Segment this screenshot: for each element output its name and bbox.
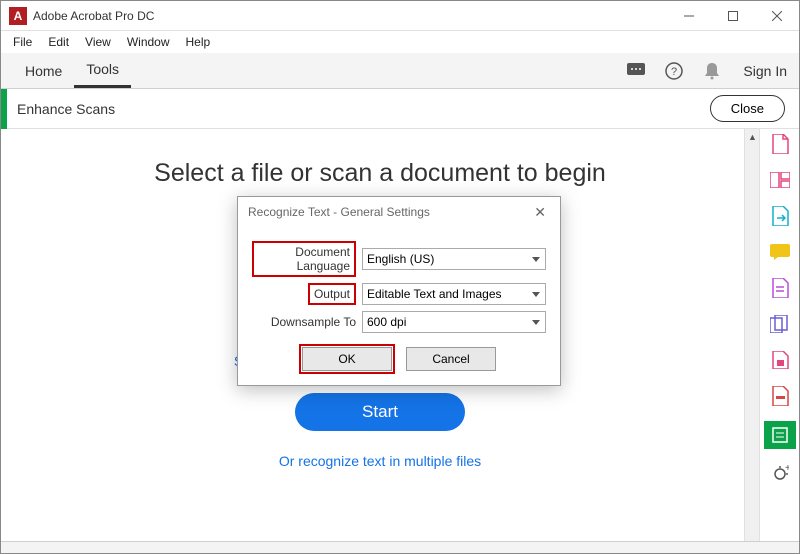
downsample-label: Downsample To: [252, 315, 362, 329]
downsample-value: 600 dpi: [367, 315, 406, 329]
menubar: File Edit View Window Help: [1, 31, 799, 53]
output-value: Editable Text and Images: [367, 287, 502, 301]
menu-window[interactable]: Window: [119, 33, 178, 51]
redact-icon[interactable]: [769, 385, 791, 407]
protect-icon[interactable]: [769, 349, 791, 371]
scroll-up-icon[interactable]: ▲: [745, 129, 760, 145]
close-tool-button[interactable]: Close: [710, 95, 785, 122]
tabbar: Home Tools ? Sign In: [1, 53, 799, 89]
toolbar: Enhance Scans Close: [1, 89, 799, 129]
window-title: Adobe Acrobat Pro DC: [33, 9, 667, 23]
help-icon[interactable]: ?: [663, 60, 685, 82]
minimize-button[interactable]: [667, 1, 711, 31]
menu-view[interactable]: View: [77, 33, 119, 51]
dialog-close-icon[interactable]: ✕: [530, 204, 550, 221]
edit-pdf-icon[interactable]: [769, 277, 791, 299]
tab-home[interactable]: Home: [13, 55, 74, 87]
export-pdf-icon[interactable]: [769, 205, 791, 227]
start-button[interactable]: Start: [295, 393, 465, 431]
chat-icon[interactable]: [625, 60, 647, 82]
maximize-button[interactable]: [711, 1, 755, 31]
bell-icon[interactable]: [701, 60, 723, 82]
document-language-select[interactable]: English (US): [362, 248, 546, 270]
tool-title: Enhance Scans: [17, 101, 710, 117]
more-tools-icon[interactable]: +: [769, 463, 791, 485]
output-select[interactable]: Editable Text and Images: [362, 283, 546, 305]
menu-help[interactable]: Help: [178, 33, 219, 51]
cancel-button[interactable]: Cancel: [406, 347, 496, 371]
page-headline: Select a file or scan a document to begi…: [41, 159, 719, 188]
recognize-text-dialog: Recognize Text - General Settings ✕ Docu…: [237, 196, 561, 386]
svg-text:+: +: [785, 465, 789, 474]
tab-tools[interactable]: Tools: [74, 53, 131, 88]
document-language-value: English (US): [367, 252, 434, 266]
combine-icon[interactable]: [769, 313, 791, 335]
app-icon: A: [9, 7, 27, 25]
downsample-select[interactable]: 600 dpi: [362, 311, 546, 333]
output-label: Output: [308, 283, 356, 305]
close-window-button[interactable]: [755, 1, 799, 31]
document-language-label: Document Language: [252, 241, 356, 277]
menu-file[interactable]: File: [5, 33, 40, 51]
titlebar: A Adobe Acrobat Pro DC: [1, 1, 799, 31]
dialog-title: Recognize Text - General Settings: [248, 205, 430, 219]
comment-icon[interactable]: [769, 241, 791, 263]
recognize-multiple-link[interactable]: Or recognize text in multiple files: [41, 453, 719, 469]
menu-edit[interactable]: Edit: [40, 33, 77, 51]
ok-button[interactable]: OK: [302, 347, 392, 371]
sign-in-link[interactable]: Sign In: [743, 63, 787, 79]
window-controls: [667, 1, 799, 31]
svg-text:?: ?: [671, 66, 677, 78]
right-tools-rail: +: [759, 129, 799, 541]
vertical-scrollbar[interactable]: ▲: [744, 129, 759, 541]
organize-icon[interactable]: [769, 169, 791, 191]
enhance-scans-icon[interactable]: [764, 421, 796, 449]
dialog-titlebar: Recognize Text - General Settings ✕: [238, 197, 560, 227]
bottom-edge: [1, 541, 799, 553]
tool-color-strip: [1, 89, 7, 129]
create-pdf-icon[interactable]: [769, 133, 791, 155]
